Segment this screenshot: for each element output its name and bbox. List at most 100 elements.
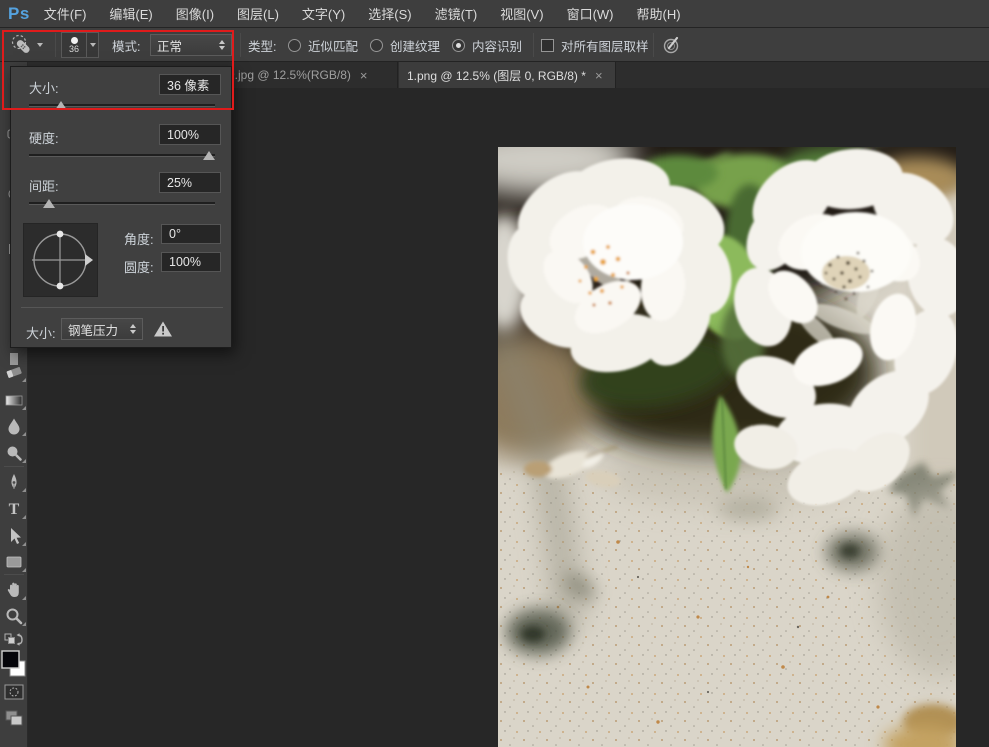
radio-proximity-match-label: 近似匹配 bbox=[308, 36, 358, 55]
hardness-input[interactable]: 100% bbox=[159, 124, 221, 145]
gradient-tool[interactable] bbox=[0, 388, 28, 412]
options-separator bbox=[653, 33, 654, 57]
foreground-color-swatch bbox=[2, 651, 19, 668]
dodge-icon bbox=[4, 443, 24, 463]
tool-dropdown-arrow-icon bbox=[37, 43, 43, 47]
eraser-icon bbox=[4, 362, 24, 382]
angle-roundness-dial[interactable] bbox=[23, 223, 98, 297]
svg-text:T: T bbox=[9, 501, 20, 518]
menu-item-view[interactable]: 视图(V) bbox=[500, 4, 543, 23]
warning-icon bbox=[153, 320, 173, 338]
hardness-label: 硬度: bbox=[29, 128, 59, 147]
white-roses-photo bbox=[498, 147, 956, 747]
menu-item-edit[interactable]: 编辑(E) bbox=[109, 4, 152, 23]
rectangle-shape-icon bbox=[4, 552, 24, 572]
size-slider[interactable] bbox=[29, 104, 215, 107]
size-control-value: 钢笔压力 bbox=[68, 320, 118, 339]
tablet-pressure-button[interactable] bbox=[661, 28, 681, 62]
hardness-slider-thumb[interactable] bbox=[203, 151, 215, 160]
quick-mask-button[interactable] bbox=[0, 680, 28, 704]
updown-arrows-icon bbox=[122, 324, 136, 334]
cursor-arrow-icon bbox=[4, 526, 24, 546]
radio-proximity-match[interactable]: 近似匹配 bbox=[288, 28, 358, 62]
menu-item-type[interactable]: 文字(Y) bbox=[302, 4, 345, 23]
spacing-input[interactable]: 25% bbox=[159, 172, 221, 193]
panel-divider bbox=[21, 307, 223, 308]
menu-item-window[interactable]: 窗口(W) bbox=[567, 4, 614, 23]
size-label: 大小: bbox=[29, 78, 59, 97]
roundness-input[interactable]: 100% bbox=[161, 252, 221, 272]
shape-tool[interactable] bbox=[0, 550, 28, 574]
magnifier-icon bbox=[4, 606, 24, 626]
water-drop-icon bbox=[4, 416, 24, 436]
toolbar-divider bbox=[4, 466, 24, 467]
menu-item-help[interactable]: 帮助(H) bbox=[637, 4, 681, 23]
toolbar-divider bbox=[4, 574, 24, 575]
size-control-label: 大小: bbox=[26, 323, 56, 342]
type-icon: T bbox=[4, 499, 24, 519]
blur-tool[interactable] bbox=[0, 414, 28, 438]
tab-close-icon[interactable]: × bbox=[595, 68, 603, 83]
menu-item-layer[interactable]: 图层(L) bbox=[237, 4, 279, 23]
mode-dropdown[interactable]: 正常 bbox=[150, 34, 232, 56]
size-input[interactable]: 36 像素 bbox=[159, 74, 221, 95]
screen-mode-icon bbox=[3, 708, 25, 728]
menu-item-file[interactable]: 文件(F) bbox=[44, 4, 87, 23]
gradient-icon bbox=[4, 390, 24, 410]
tab-label: 9.jpg @ 12.5%(RGB/8) bbox=[228, 68, 351, 82]
document-canvas-photo[interactable] bbox=[498, 147, 956, 747]
menu-item-image[interactable]: 图像(I) bbox=[176, 4, 214, 23]
brush-picker-arrow[interactable] bbox=[86, 33, 98, 57]
mode-value: 正常 bbox=[157, 36, 182, 55]
tab-close-icon[interactable]: × bbox=[360, 68, 368, 83]
hand-tool[interactable] bbox=[0, 578, 28, 602]
hardness-slider[interactable] bbox=[29, 154, 215, 157]
spacing-slider-thumb[interactable] bbox=[43, 199, 55, 208]
type-label: 类型: bbox=[248, 36, 276, 55]
size-control-dropdown[interactable]: 钢笔压力 bbox=[61, 318, 143, 340]
screen-mode-button[interactable] bbox=[0, 706, 28, 730]
menu-bar: Ps 文件(F) 编辑(E) 图像(I) 图层(L) 文字(Y) 选择(S) 滤… bbox=[0, 0, 989, 28]
menu-item-select[interactable]: 选择(S) bbox=[368, 4, 411, 23]
options-separator bbox=[533, 33, 534, 57]
dodge-tool[interactable] bbox=[0, 441, 28, 465]
angle-input[interactable]: 0° bbox=[161, 224, 221, 244]
spot-healing-brush-tool-button[interactable] bbox=[10, 32, 52, 58]
document-tab-1png[interactable]: 1.png @ 12.5% (图层 0, RGB/8) * × bbox=[399, 62, 616, 88]
pen-tool[interactable] bbox=[0, 470, 28, 494]
options-separator bbox=[240, 33, 241, 57]
radio-icon bbox=[288, 39, 301, 52]
radio-content-aware-label: 内容识别 bbox=[472, 36, 522, 55]
sample-all-layers-label: 对所有图层取样 bbox=[561, 36, 649, 55]
menu-item-filter[interactable]: 滤镜(T) bbox=[435, 4, 478, 23]
tab-label: 1.png @ 12.5% (图层 0, RGB/8) * bbox=[407, 67, 586, 84]
photoshop-window: Ps 文件(F) 编辑(E) 图像(I) 图层(L) 文字(Y) 选择(S) 滤… bbox=[0, 0, 989, 747]
radio-create-texture[interactable]: 创建纹理 bbox=[370, 28, 440, 62]
angle-label: 角度: bbox=[124, 229, 154, 248]
hand-icon bbox=[4, 580, 24, 600]
brush-options-panel: 大小: 36 像素 硬度: 100% 间距: 25% 角度: 0° 圆度 bbox=[10, 66, 232, 348]
eraser-tool[interactable] bbox=[0, 360, 28, 384]
foreground-background-swatches-icon bbox=[1, 649, 27, 683]
spot-healing-brush-icon bbox=[10, 33, 34, 57]
quick-mask-icon bbox=[3, 683, 25, 701]
chevron-down-icon bbox=[90, 43, 96, 47]
path-selection-tool[interactable] bbox=[0, 524, 28, 548]
radio-content-aware[interactable]: 内容识别 bbox=[452, 28, 522, 62]
roundness-label: 圆度: bbox=[124, 257, 154, 276]
radio-selected-icon bbox=[452, 39, 465, 52]
sample-all-layers-checkbox[interactable]: 对所有图层取样 bbox=[541, 28, 649, 62]
size-slider-thumb[interactable] bbox=[55, 101, 67, 110]
angle-dial-icon bbox=[24, 224, 97, 296]
pen-nib-icon bbox=[4, 472, 24, 492]
type-tool[interactable]: T bbox=[0, 497, 28, 521]
spacing-label: 间距: bbox=[29, 176, 59, 195]
updown-arrows-icon bbox=[211, 40, 225, 50]
spacing-slider[interactable] bbox=[29, 202, 215, 205]
brush-preset-picker[interactable]: 36 bbox=[61, 32, 99, 58]
photoshop-logo: Ps bbox=[8, 4, 30, 24]
zoom-tool[interactable] bbox=[0, 604, 28, 628]
brush-tip-dot-icon bbox=[71, 37, 78, 44]
pen-pressure-icon bbox=[661, 35, 681, 55]
brush-size-number: 36 bbox=[69, 45, 79, 54]
